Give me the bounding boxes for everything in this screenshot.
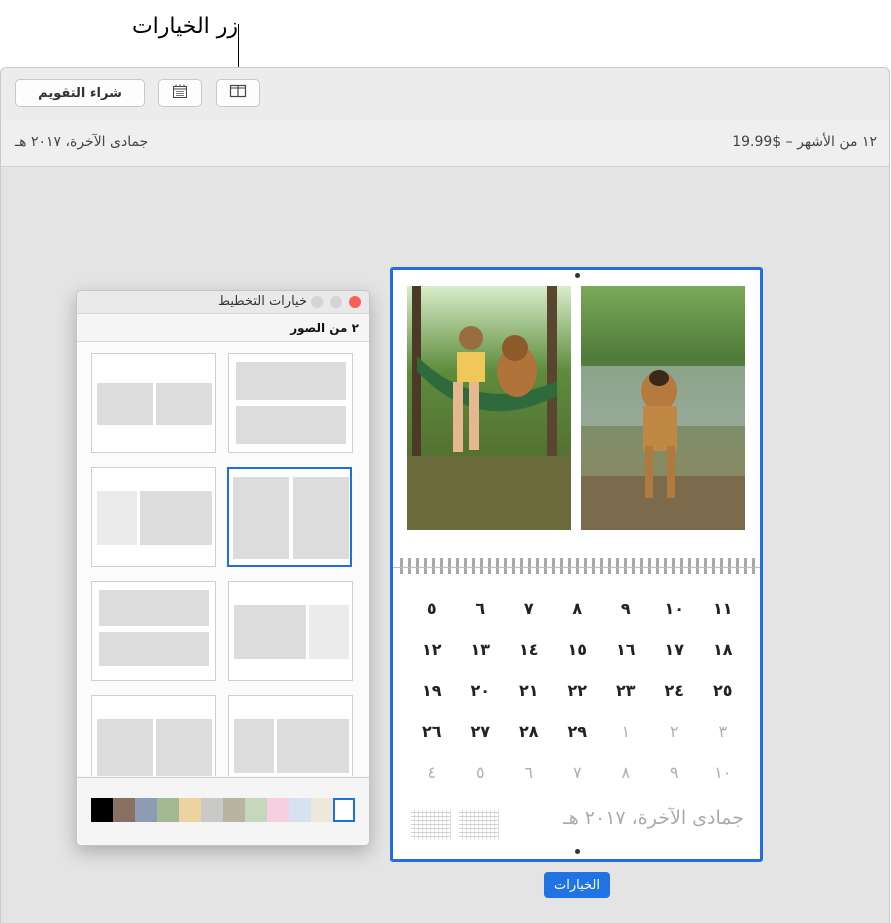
layout-option-side-by-side-tall-2[interactable] — [91, 695, 216, 776]
color-swatch[interactable] — [311, 798, 333, 822]
color-swatches — [91, 798, 355, 822]
options-button[interactable]: الخيارات — [544, 872, 610, 898]
panel-titlebar: خيارات التخطيط — [77, 291, 369, 314]
calendar-view-icon — [172, 84, 188, 103]
day-cell-other-month: ٧ — [572, 763, 582, 782]
color-swatch[interactable] — [91, 798, 113, 822]
day-cell-other-month: ٥ — [475, 763, 485, 782]
day-cell[interactable]: ٢٥ — [699, 670, 748, 711]
layout-options-icon — [229, 84, 247, 102]
calendar-spiral-binding — [397, 558, 757, 574]
layout-option-small-large[interactable] — [91, 467, 216, 567]
color-swatch[interactable] — [113, 798, 135, 822]
day-cell[interactable]: ١٤ — [505, 629, 554, 670]
photo-girl-with-dog[interactable] — [407, 286, 571, 530]
color-swatch[interactable] — [135, 798, 157, 822]
panel-title: خيارات التخطيط — [218, 294, 307, 309]
calendar-view-button[interactable] — [158, 79, 202, 107]
color-swatch[interactable] — [179, 798, 201, 822]
week-row: ١٠ ٩ ٨ ٧ ٦ ٥ ٤ — [407, 752, 747, 793]
day-cell-other-month: ١ — [621, 722, 631, 741]
page-top-handle — [575, 273, 580, 278]
day-cell[interactable]: ٨ — [553, 588, 602, 629]
mini-month-after — [411, 810, 451, 840]
zoom-icon[interactable] — [311, 296, 323, 308]
day-cell[interactable]: ٧ — [505, 588, 554, 629]
day-cell[interactable]: ٥ — [408, 588, 457, 629]
calendar-month-title: جمادى الآخرة، ٢٠١٧ هـ — [563, 807, 744, 829]
day-cell[interactable]: ١٥ — [553, 629, 602, 670]
day-cell-other-month: ٣ — [718, 722, 728, 741]
day-cell[interactable]: ١٨ — [699, 629, 748, 670]
day-cell[interactable]: ١٣ — [456, 629, 505, 670]
week-row: ٢٥ ٢٤ ٢٣ ٢٢ ٢١ ٢٠ ١٩ — [407, 670, 747, 711]
day-cell[interactable]: ٦ — [456, 588, 505, 629]
day-cell[interactable]: ١١ — [699, 588, 748, 629]
color-swatch-bar — [77, 777, 369, 845]
week-row: ١١ ١٠ ٩ ٨ ٧ ٦ ٥ — [407, 588, 747, 629]
day-cell[interactable]: ١٧ — [650, 629, 699, 670]
day-cell-other-month: ١٠ — [714, 763, 732, 782]
buy-calendar-label: شراء التقويم — [38, 85, 122, 101]
color-swatch-white-selected[interactable] — [333, 798, 355, 822]
day-cell-other-month: ٩ — [669, 763, 679, 782]
day-cell[interactable]: ٢١ — [505, 670, 554, 711]
minimize-icon[interactable] — [330, 296, 342, 308]
day-cell-other-month: ٢ — [669, 722, 679, 741]
mini-month-next — [459, 810, 499, 840]
photo-count-label: ٢ من الصور — [290, 321, 359, 335]
buy-calendar-button[interactable]: شراء التقويم — [15, 79, 145, 107]
calendar-page[interactable]: ١١ ١٠ ٩ ٨ ٧ ٦ ٥ ١٨ ١٧ ١٦ ١٥ ١٤ ١٣ ١٢ ٢٥ … — [390, 267, 763, 862]
options-button-callout: زر الخيارات — [131, 14, 238, 39]
day-cell[interactable]: ٢٨ — [505, 711, 554, 752]
day-cell[interactable]: ٢٦ — [408, 711, 457, 752]
color-swatch[interactable] — [289, 798, 311, 822]
binding-line — [393, 567, 760, 568]
day-cell-other-month: ٦ — [524, 763, 534, 782]
calendar-price: ١٢ من الأشهر – $19.99 — [732, 134, 877, 150]
layout-option-side-by-side-short[interactable] — [91, 353, 216, 453]
layout-thumbnail-list[interactable] — [77, 342, 369, 776]
day-cell[interactable]: ١٠ — [650, 588, 699, 629]
day-cell[interactable]: ١٩ — [408, 670, 457, 711]
layout-option-large-small[interactable] — [228, 581, 353, 681]
day-cell[interactable]: ١٦ — [602, 629, 651, 670]
layout-option-stacked-with-caption[interactable] — [91, 581, 216, 681]
color-swatch[interactable] — [201, 798, 223, 822]
color-swatch[interactable] — [157, 798, 179, 822]
page-bottom-handle — [575, 849, 580, 854]
photo-dog-in-creek[interactable] — [581, 286, 745, 530]
day-cell-other-month: ٨ — [621, 763, 631, 782]
layout-options-button[interactable] — [216, 79, 260, 107]
info-bar: جمادى الآخرة، ٢٠١٧ هـ ١٢ من الأشهر – $19… — [1, 120, 889, 167]
day-cell[interactable]: ٢٧ — [456, 711, 505, 752]
day-cell-other-month: ٤ — [427, 763, 437, 782]
layout-options-panel: خيارات التخطيط ٢ من الصور — [76, 290, 370, 846]
color-swatch[interactable] — [267, 798, 289, 822]
layout-option-side-by-side-tall[interactable] — [227, 467, 352, 567]
day-cell[interactable]: ٢٣ — [602, 670, 651, 711]
week-row: ٣ ٢ ١ ٢٩ ٢٨ ٢٧ ٢٦ — [407, 711, 747, 752]
day-grid: ١١ ١٠ ٩ ٨ ٧ ٦ ٥ ١٨ ١٧ ١٦ ١٥ ١٤ ١٣ ١٢ ٢٥ … — [407, 588, 747, 793]
color-swatch[interactable] — [223, 798, 245, 822]
layout-option-small-large-2[interactable] — [228, 695, 353, 776]
week-row: ١٨ ١٧ ١٦ ١٥ ١٤ ١٣ ١٢ — [407, 629, 747, 670]
options-button-label: الخيارات — [554, 877, 600, 893]
day-cell[interactable]: ٩ — [602, 588, 651, 629]
toolbar: شراء التقويم — [1, 68, 889, 121]
calendar-start-date: جمادى الآخرة، ٢٠١٧ هـ — [15, 134, 149, 150]
day-cell[interactable]: ١٢ — [408, 629, 457, 670]
close-icon[interactable] — [349, 296, 361, 308]
day-cell[interactable]: ٢٤ — [650, 670, 699, 711]
color-swatch[interactable] — [245, 798, 267, 822]
day-cell[interactable]: ٢٠ — [456, 670, 505, 711]
layout-option-stacked[interactable] — [228, 353, 353, 453]
day-cell[interactable]: ٢٩ — [553, 711, 602, 752]
day-cell[interactable]: ٢٢ — [553, 670, 602, 711]
